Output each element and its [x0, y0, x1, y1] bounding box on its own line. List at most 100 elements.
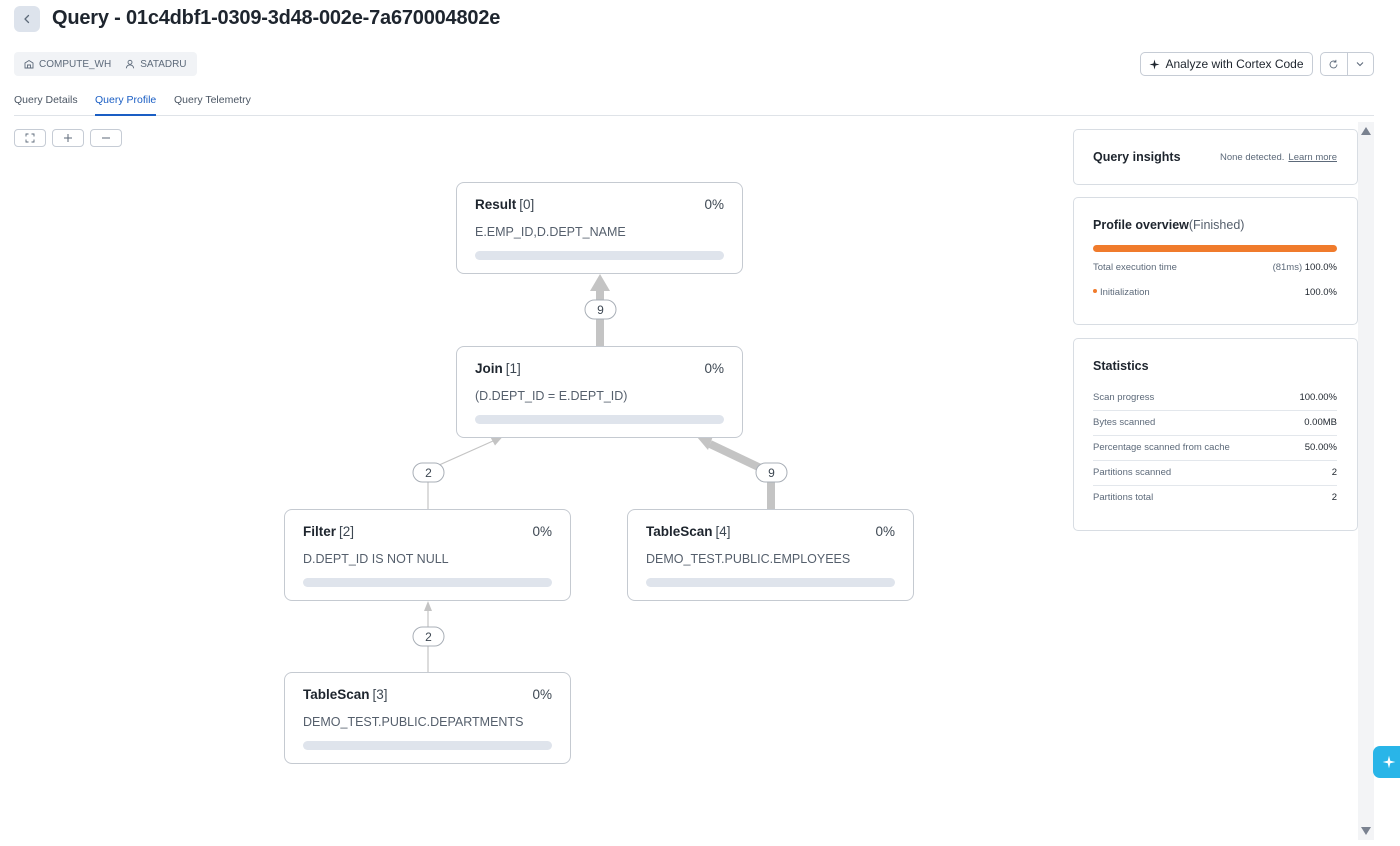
operator-id: [4]	[715, 524, 731, 539]
chevron-down-icon	[1356, 62, 1364, 67]
execution-time-bar	[1093, 245, 1337, 252]
stat-row-cache-percentage: Percentage scanned from cache 50.00%	[1093, 436, 1337, 461]
query-insights-panel: Query insights None detected. Learn more	[1073, 129, 1358, 185]
operator-name: Join	[475, 361, 503, 376]
operator-percentage: 0%	[704, 197, 724, 212]
stat-label: Scan progress	[1093, 392, 1155, 403]
refresh-button[interactable]	[1321, 53, 1347, 75]
edge-arrow-tablescan3-filter	[424, 601, 432, 611]
edge-arrow-join-result	[590, 274, 610, 291]
operator-progress-bar	[646, 578, 895, 587]
edge-row-count: 9	[768, 466, 775, 480]
page-title: Query - 01c4dbf1-0309-3d48-002e-7a670004…	[52, 7, 501, 29]
total-execution-time: (81ms)	[1272, 262, 1303, 273]
operator-name: Result	[475, 197, 517, 212]
insights-title: Query insights	[1093, 150, 1181, 164]
scroll-down-button[interactable]	[1360, 826, 1372, 836]
edge-badge-tablescan4-join[interactable]: 9	[755, 462, 788, 483]
sparkle-icon	[1149, 58, 1160, 70]
edge-row-count: 2	[425, 466, 432, 480]
operator-percentage: 0%	[532, 524, 552, 539]
operator-progress-bar	[475, 251, 724, 260]
operator-detail: E.EMP_ID,D.DEPT_NAME	[475, 225, 626, 239]
operator-node-tablescan-departments[interactable]: TableScan [3] 0% DEMO_TEST.PUBLIC.DEPARTM…	[284, 672, 571, 764]
warehouse-icon	[24, 59, 34, 69]
initialization-pct: 100.0%	[1304, 287, 1337, 298]
operator-percentage: 0%	[532, 687, 552, 702]
user-icon	[126, 59, 135, 69]
operator-id: [0]	[519, 197, 535, 212]
operator-percentage: 0%	[875, 524, 895, 539]
stat-value: 50.00%	[1304, 442, 1337, 453]
initialization-label: Initialization	[1100, 287, 1150, 298]
refresh-split-button	[1320, 52, 1374, 76]
stat-value: 2	[1331, 492, 1337, 503]
stat-value: 2	[1331, 467, 1337, 478]
warehouse-name: COMPUTE_WH	[39, 58, 112, 70]
operator-node-tablescan-employees[interactable]: TableScan [4] 0% DEMO_TEST.PUBLIC.EMPLOYE…	[627, 509, 914, 601]
user-name: SATADRU	[140, 58, 187, 70]
stat-label: Bytes scanned	[1093, 417, 1156, 428]
operator-progress-bar	[303, 578, 552, 587]
scroll-up-button[interactable]	[1360, 126, 1372, 136]
operator-id: [1]	[505, 361, 521, 376]
initialization-dot	[1093, 289, 1097, 294]
edge-badge-tablescan3-filter[interactable]: 2	[412, 626, 445, 647]
statistics-title: Statistics	[1093, 359, 1149, 373]
operator-node-filter[interactable]: Filter [2] 0% D.DEPT_ID IS NOT NULL	[284, 509, 571, 601]
edge-badge-join-result[interactable]: 9	[584, 299, 617, 320]
operator-detail: (D.DEPT_ID = E.DEPT_ID)	[475, 389, 628, 403]
stat-row-bytes-scanned: Bytes scanned 0.00MB	[1093, 411, 1337, 436]
refresh-icon	[1329, 59, 1338, 68]
triangle-up-icon	[1361, 127, 1371, 135]
learn-more-link[interactable]: Learn more	[1288, 152, 1337, 163]
total-execution-row: Total execution time (81ms) 100.0%	[1093, 262, 1337, 276]
user-tag: SATADRU	[125, 58, 187, 70]
tab-query-details[interactable]: Query Details	[14, 94, 78, 106]
tab-query-telemetry[interactable]: Query Telemetry	[174, 94, 251, 106]
query-meta: COMPUTE_WH SATADRU	[14, 52, 197, 76]
stat-value: 0.00MB	[1304, 417, 1337, 428]
back-button[interactable]	[14, 6, 40, 32]
initialization-row: Initialization 100.0%	[1093, 287, 1337, 301]
operator-progress-bar	[303, 741, 552, 750]
operator-percentage: 0%	[704, 361, 724, 376]
edge-row-count: 9	[597, 303, 604, 317]
operator-progress-bar	[475, 415, 724, 424]
tab-query-profile[interactable]: Query Profile	[95, 94, 156, 106]
operator-name: TableScan	[646, 524, 713, 539]
insights-status: None detected.	[1219, 152, 1285, 163]
stat-label: Partitions total	[1093, 492, 1154, 503]
overview-state: (Finished)	[1188, 218, 1245, 232]
statistics-panel: Statistics Scan progress 100.00% Bytes s…	[1073, 338, 1358, 531]
overview-title: Profile overview	[1093, 218, 1189, 232]
tab-bar: Query Details Query Profile Query Teleme…	[14, 90, 1374, 116]
triangle-down-icon	[1361, 827, 1371, 835]
operator-id: [3]	[372, 687, 388, 702]
chevron-left-icon	[24, 14, 30, 24]
operator-name: Filter	[303, 524, 337, 539]
operator-id: [2]	[339, 524, 355, 539]
total-execution-pct: 100.0%	[1304, 262, 1337, 273]
sparkle-icon	[1382, 755, 1396, 769]
analyze-label: Analyze with Cortex Code	[1165, 57, 1304, 71]
query-profile-graph: 9 2 9 2 Result [0] 0% E.EMP_ID,D.DEPT_NAM…	[0, 120, 1060, 840]
stat-row-partitions-scanned: Partitions scanned 2	[1093, 461, 1337, 486]
active-tab-indicator	[95, 114, 156, 116]
edge-row-count: 2	[425, 630, 432, 644]
operator-node-join[interactable]: Join [1] 0% (D.DEPT_ID = E.DEPT_ID)	[456, 346, 743, 438]
analyze-cortex-button[interactable]: Analyze with Cortex Code	[1140, 52, 1313, 76]
vertical-scrollbar[interactable]	[1358, 122, 1374, 840]
assistant-button[interactable]	[1373, 746, 1400, 778]
operator-detail: DEMO_TEST.PUBLIC.DEPARTMENTS	[303, 715, 524, 729]
stat-value: 100.00%	[1299, 392, 1337, 403]
operator-detail: DEMO_TEST.PUBLIC.EMPLOYEES	[646, 552, 851, 566]
operator-node-result[interactable]: Result [0] 0% E.EMP_ID,D.DEPT_NAME	[456, 182, 743, 274]
edge-badge-filter-join[interactable]: 2	[412, 462, 445, 483]
stat-row-scan-progress: Scan progress 100.00%	[1093, 386, 1337, 411]
warehouse-tag: COMPUTE_WH	[24, 59, 111, 70]
more-options-button[interactable]	[1346, 53, 1374, 75]
profile-overview-panel: Profile overview(Finished) Total executi…	[1073, 197, 1358, 325]
stat-label: Partitions scanned	[1093, 467, 1172, 478]
stat-row-partitions-total: Partitions total 2	[1093, 486, 1337, 511]
